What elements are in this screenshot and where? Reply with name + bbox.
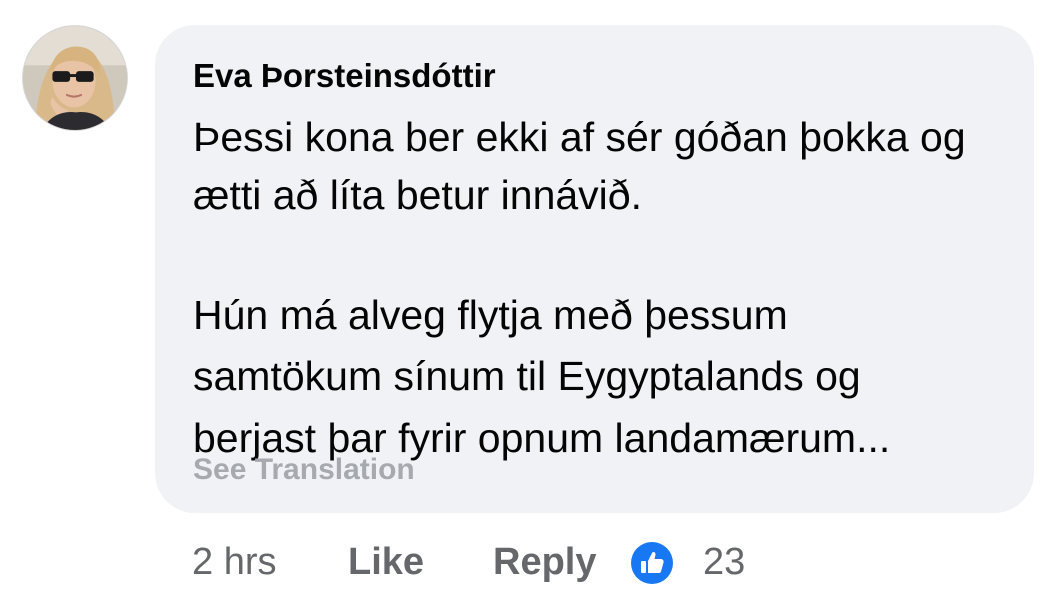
avatar[interactable] <box>22 25 128 131</box>
thumbs-up-icon[interactable] <box>631 542 673 584</box>
see-translation-link[interactable]: See Translation <box>193 453 415 487</box>
comment-text-line: ætti að líta betur innávið. <box>193 172 642 218</box>
like-button[interactable]: Like <box>348 538 424 586</box>
comment-timestamp[interactable]: 2 hrs <box>192 538 276 586</box>
comment-actions-bar: 2 hrs Like Reply 23 <box>0 538 1056 586</box>
comment-text-line: Hún má alveg flytja með þessum <box>193 292 788 338</box>
comment-text-line: samtökum sínum til Eygyptalands og <box>193 353 861 399</box>
reply-button[interactable]: Reply <box>493 538 596 586</box>
comment-text-line: Þessi kona ber ekki af sér góðan þokka o… <box>193 114 966 160</box>
comment-bubble: Eva Þorsteinsdóttir Þessi kona ber ekki … <box>155 25 1034 513</box>
comment-author-name[interactable]: Eva Þorsteinsdóttir <box>193 57 496 95</box>
reaction-count[interactable]: 23 <box>703 538 745 586</box>
